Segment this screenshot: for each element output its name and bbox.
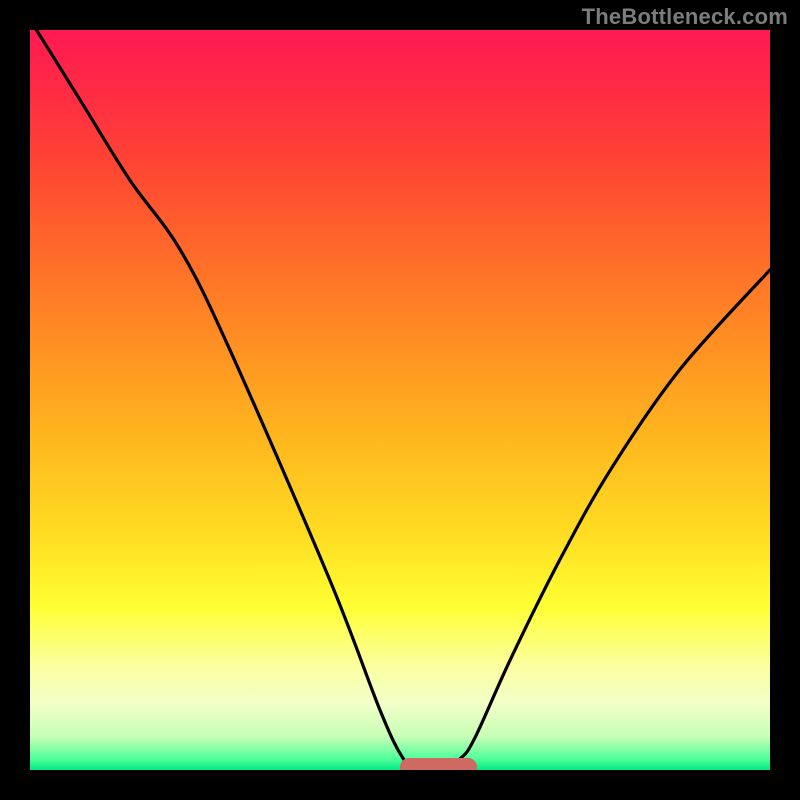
optimal-zone-marker	[400, 758, 478, 770]
bottleneck-curve	[30, 30, 770, 770]
gradient-fill	[30, 30, 770, 770]
watermark-text: TheBottleneck.com	[582, 4, 788, 30]
heat-gradient	[30, 30, 770, 770]
chart-frame	[30, 30, 770, 770]
